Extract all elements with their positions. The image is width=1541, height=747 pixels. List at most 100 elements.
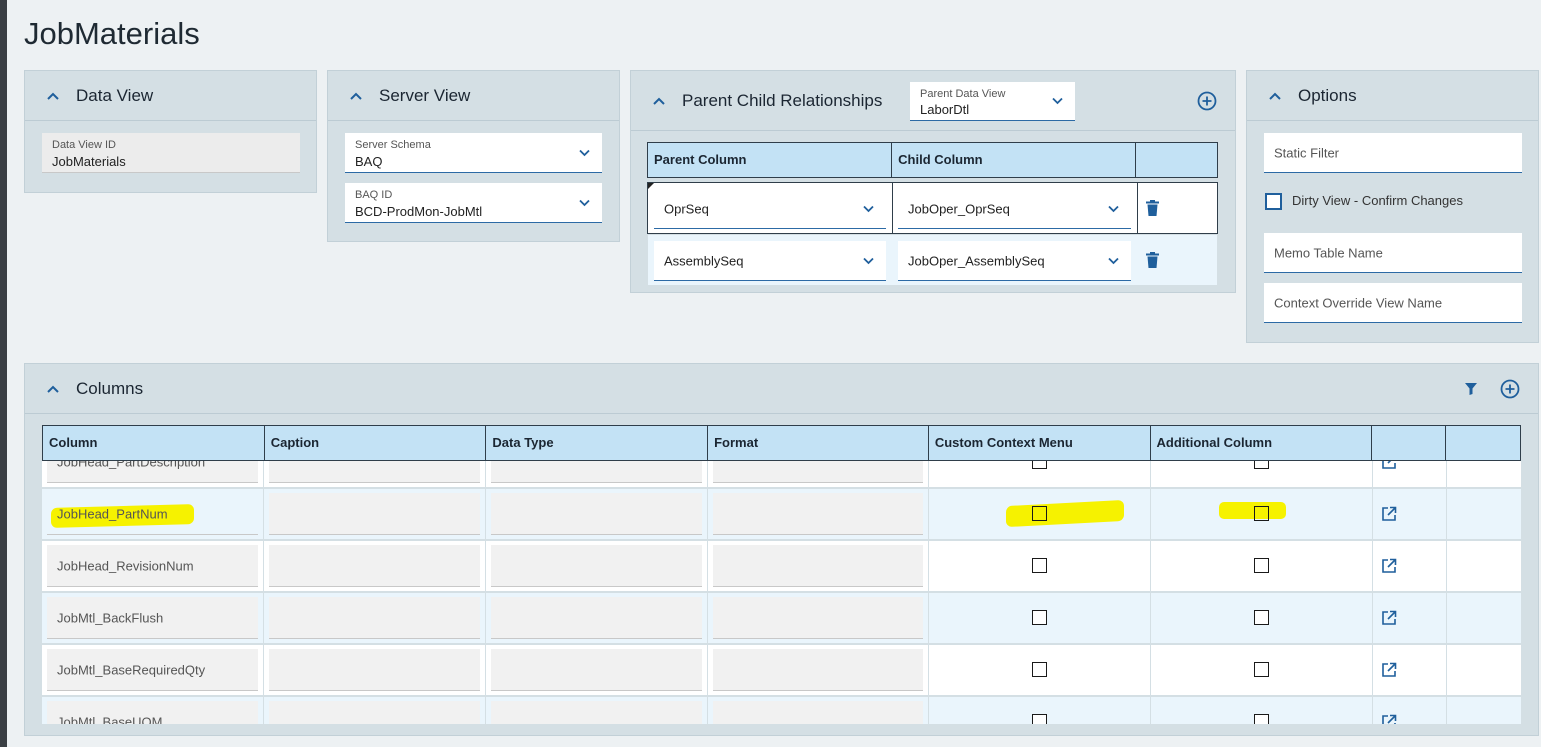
table-row[interactable]: JobHead_PartDescription — [42, 461, 1521, 489]
chevron-down-icon[interactable] — [1108, 205, 1119, 213]
filter-icon[interactable] — [1465, 383, 1477, 395]
context-override-input[interactable]: Context Override View Name — [1264, 283, 1522, 323]
table-row[interactable]: JobMtl_BackFlush — [42, 593, 1521, 645]
chevron-down-icon[interactable] — [1108, 257, 1119, 265]
custom-context-menu-checkbox[interactable] — [1032, 558, 1047, 573]
chevron-down-icon[interactable] — [579, 149, 590, 157]
additional-column-checkbox[interactable] — [1254, 662, 1269, 677]
caption-cell — [264, 489, 486, 539]
column-header-column[interactable]: Column — [43, 426, 265, 460]
additional-column-checkbox[interactable] — [1254, 714, 1269, 724]
custom-context-menu-cell — [929, 697, 1151, 724]
chevron-down-icon[interactable] — [863, 205, 874, 213]
additional-column-checkbox[interactable] — [1254, 558, 1269, 573]
column-header-custom-context-menu[interactable]: Custom Context Menu — [929, 426, 1151, 460]
chevron-up-icon[interactable] — [652, 94, 666, 108]
dirty-view-checkbox[interactable] — [1265, 193, 1282, 210]
chevron-down-icon[interactable] — [579, 199, 590, 207]
delete-icon[interactable] — [1146, 252, 1159, 268]
external-link-icon[interactable] — [1381, 558, 1397, 574]
table-row[interactable]: JobHead_RevisionNum — [42, 541, 1521, 593]
additional-column-cell — [1151, 541, 1373, 591]
format-input[interactable] — [713, 461, 923, 483]
column-header-additional-column[interactable]: Additional Column — [1151, 426, 1373, 460]
format-input[interactable] — [713, 597, 923, 639]
server-view-header[interactable]: Server View — [328, 71, 619, 121]
custom-context-menu-checkbox[interactable] — [1032, 714, 1047, 724]
custom-context-menu-cell — [929, 541, 1151, 591]
caption-input[interactable] — [269, 701, 480, 724]
data-type-input[interactable] — [491, 597, 702, 639]
static-filter-input[interactable]: Static Filter — [1264, 133, 1522, 173]
data-type-cell — [486, 697, 708, 724]
column-header-data-type[interactable]: Data Type — [486, 426, 709, 460]
column-name-value: JobHead_PartNum — [57, 506, 168, 521]
parent-column-dropdown[interactable]: OprSeq — [654, 189, 886, 229]
format-input[interactable] — [713, 545, 923, 587]
additional-column-checkbox[interactable] — [1254, 506, 1269, 521]
external-link-icon[interactable] — [1381, 714, 1397, 724]
add-column-icon[interactable] — [1500, 379, 1520, 399]
chevron-down-icon[interactable] — [863, 257, 874, 265]
data-type-input[interactable] — [491, 649, 702, 691]
external-link-icon[interactable] — [1381, 610, 1397, 626]
columns-grid[interactable]: JobHead_PartDescription JobHead_PartNum … — [42, 461, 1521, 724]
data-type-input[interactable] — [491, 545, 702, 587]
options-header[interactable]: Options — [1247, 71, 1538, 121]
link-cell — [1373, 461, 1447, 487]
caption-input[interactable] — [269, 461, 480, 483]
table-row[interactable]: JobMtl_BaseRequiredQty — [42, 645, 1521, 697]
data-type-cell — [486, 645, 708, 695]
child-column-dropdown[interactable]: JobOper_OprSeq — [898, 189, 1131, 229]
memo-table-input[interactable]: Memo Table Name — [1264, 233, 1522, 273]
external-link-icon[interactable] — [1381, 662, 1397, 678]
custom-context-menu-checkbox[interactable] — [1032, 610, 1047, 625]
parent-data-view-dropdown[interactable]: Parent Data View LaborDtl — [910, 82, 1075, 121]
data-view-id-field: Data View ID JobMaterials — [42, 133, 300, 173]
column-header-format[interactable]: Format — [708, 426, 929, 460]
external-link-icon[interactable] — [1381, 506, 1397, 522]
chevron-up-icon[interactable] — [1268, 89, 1282, 103]
column-header-caption[interactable]: Caption — [265, 426, 487, 460]
additional-column-cell — [1151, 461, 1373, 487]
server-schema-dropdown[interactable]: Server Schema BAQ — [345, 133, 602, 173]
cell-divider — [892, 183, 893, 233]
chevron-up-icon[interactable] — [349, 89, 363, 103]
parent-column-value: OprSeq — [664, 201, 709, 216]
caption-input[interactable] — [269, 649, 480, 691]
external-link-icon[interactable] — [1381, 461, 1397, 470]
caption-input[interactable] — [269, 493, 480, 535]
server-view-card: Server View Server Schema BAQ BAQ ID BCD… — [327, 70, 620, 242]
additional-column-checkbox[interactable] — [1254, 610, 1269, 625]
table-row[interactable]: JobHead_PartNum — [42, 489, 1521, 541]
add-relationship-icon[interactable] — [1197, 91, 1217, 111]
data-type-input[interactable] — [491, 493, 702, 535]
columns-header[interactable]: Columns — [25, 364, 1538, 414]
parent-column-header[interactable]: Parent Column — [648, 143, 893, 177]
data-view-header[interactable]: Data View — [25, 71, 316, 121]
parent-column-dropdown[interactable]: AssemblySeq — [654, 241, 886, 281]
chevron-up-icon[interactable] — [46, 382, 60, 396]
chevron-up-icon[interactable] — [46, 89, 60, 103]
format-input[interactable] — [713, 701, 923, 724]
custom-context-menu-cell — [929, 461, 1151, 487]
context-override-placeholder: Context Override View Name — [1274, 295, 1443, 310]
caption-input[interactable] — [269, 597, 480, 639]
format-input[interactable] — [713, 493, 923, 535]
additional-column-checkbox[interactable] — [1254, 461, 1269, 469]
data-type-input[interactable] — [491, 461, 702, 483]
custom-context-menu-checkbox[interactable] — [1032, 506, 1047, 521]
data-type-input[interactable] — [491, 701, 702, 724]
caption-input[interactable] — [269, 545, 480, 587]
table-row[interactable]: JobMtl_BaseUOM — [42, 697, 1521, 724]
baq-id-dropdown[interactable]: BAQ ID BCD-ProdMon-JobMtl — [345, 183, 602, 223]
chevron-down-icon[interactable] — [1052, 97, 1063, 105]
custom-context-menu-checkbox[interactable] — [1032, 662, 1047, 677]
child-column-header[interactable]: Child Column — [892, 143, 1137, 177]
format-input[interactable] — [713, 649, 923, 691]
delete-icon[interactable] — [1146, 200, 1159, 216]
child-column-dropdown[interactable]: JobOper_AssemblySeq — [898, 241, 1131, 281]
custom-context-menu-checkbox[interactable] — [1032, 461, 1047, 469]
parent-data-view-value: LaborDtl — [920, 102, 970, 117]
additional-column-cell — [1151, 645, 1373, 695]
